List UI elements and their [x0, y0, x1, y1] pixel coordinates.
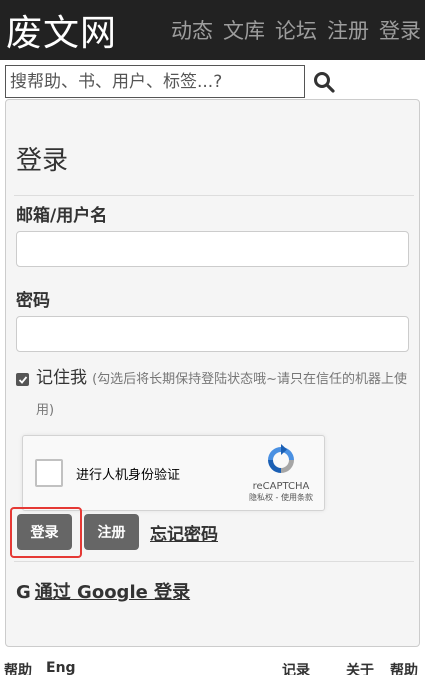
login-panel: 登录 邮箱/用户名 密码 记住我 (勾选后将长期保持登陆状态哦~请只在信任的机器…	[5, 99, 420, 647]
footer-link-records[interactable]: 记录	[282, 660, 310, 675]
remember-text: 记住我 (勾选后将长期保持登陆状态哦~请只在信任的机器上使用)	[36, 363, 411, 425]
google-divider	[14, 561, 414, 562]
password-field[interactable]	[16, 316, 409, 352]
search-bar	[5, 65, 339, 98]
register-button[interactable]: 注册	[84, 514, 139, 550]
remember-me: 记住我 (勾选后将长期保持登陆状态哦~请只在信任的机器上使用)	[16, 368, 411, 425]
top-navbar: 废文网 动态 文库 论坛 注册 登录	[0, 0, 425, 60]
nav-link-login[interactable]: 登录	[379, 15, 421, 45]
recaptcha-logo: reCAPTCHA 隐私权 - 使用条款	[246, 444, 316, 503]
footer-link-about[interactable]: 关于	[346, 660, 374, 675]
remember-checkbox[interactable]	[16, 373, 29, 386]
nav-link-register[interactable]: 注册	[327, 15, 369, 45]
google-login-link[interactable]: 通过 Google 登录	[35, 582, 190, 603]
recaptcha-icon	[268, 444, 294, 473]
page-title: 登录	[16, 146, 69, 176]
search-button[interactable]	[309, 67, 339, 97]
password-label: 密码	[16, 291, 50, 311]
footer-link-english[interactable]: Eng	[46, 660, 76, 675]
remember-label[interactable]: 记住我	[36, 368, 87, 388]
recaptcha-terms[interactable]: 隐私权 - 使用条款	[246, 492, 316, 503]
nav-link-library[interactable]: 文库	[223, 15, 265, 45]
login-button[interactable]: 登录	[17, 514, 72, 550]
footer-link-help[interactable]: 帮助	[4, 660, 32, 675]
forgot-password-link[interactable]: 忘记密码	[150, 520, 218, 545]
recaptcha-widget: 进行人机身份验证 reCAPTCHA 隐私权 - 使用条款	[22, 435, 325, 511]
title-divider	[14, 195, 414, 196]
nav-link-forum[interactable]: 论坛	[275, 15, 317, 45]
site-logo[interactable]: 废文网	[0, 4, 117, 56]
email-field[interactable]	[16, 231, 409, 267]
footer-link-help-right[interactable]: 帮助	[390, 660, 418, 675]
remember-hint: (勾选后将长期保持登陆状态哦~请只在信任的机器上使用)	[36, 372, 408, 418]
footer: 帮助 Eng 记录 关于 帮助	[0, 660, 425, 675]
recaptcha-brand: reCAPTCHA	[252, 481, 310, 492]
search-icon	[314, 71, 335, 93]
checkmark-icon	[18, 375, 27, 384]
nav-links: 动态 文库 论坛 注册 登录	[171, 15, 425, 45]
recaptcha-label: 进行人机身份验证	[76, 468, 181, 483]
google-icon: G	[16, 582, 31, 603]
email-label: 邮箱/用户名	[16, 206, 108, 226]
nav-link-activity[interactable]: 动态	[171, 15, 213, 45]
google-login: G 通过 Google 登录	[16, 578, 190, 604]
recaptcha-checkbox[interactable]	[35, 459, 63, 487]
search-input[interactable]	[5, 65, 305, 98]
